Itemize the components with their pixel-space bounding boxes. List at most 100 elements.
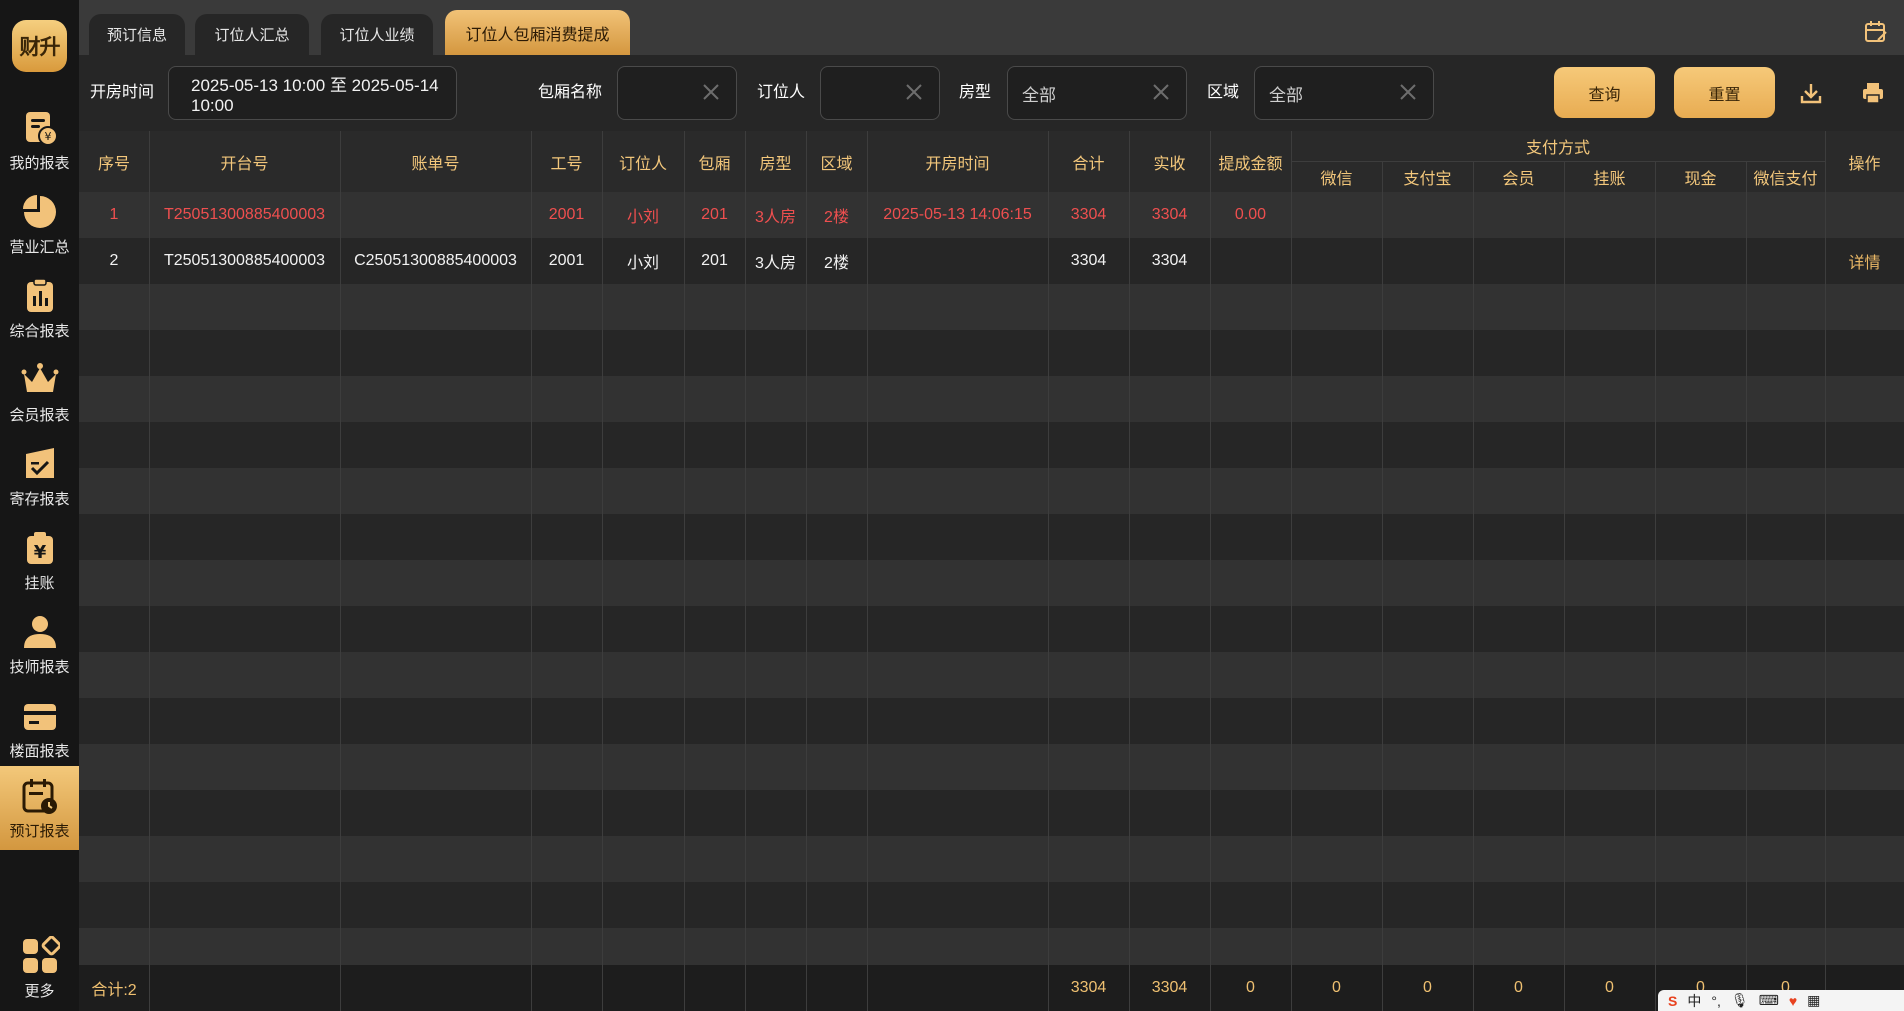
open-time-label: 开房时间 (90, 84, 155, 101)
area-select[interactable]: 全部 (1254, 66, 1434, 120)
table-footer: 合计:2 3304 3304 0 0 0 0 0 0 0 (79, 965, 1904, 1011)
table-row (79, 422, 1904, 468)
sidebar-item-label: 营业汇总 (9, 239, 70, 256)
col-total: 合计 (1072, 155, 1105, 173)
column-divider (1129, 131, 1130, 1011)
column-divider (1825, 131, 1826, 1011)
sidebar-item-label: 寄存报表 (9, 491, 70, 508)
cell-wechat-pay (1746, 192, 1825, 238)
open-time-range-picker[interactable]: 2025-05-13 10:00 至 2025-05-14 10:00 (168, 66, 457, 120)
footer-count: 合计:2 (91, 982, 137, 999)
sidebar-item-label: 会员报表 (9, 407, 70, 424)
footer-alipay: 0 (1423, 979, 1432, 996)
skin-icon[interactable]: ♥ (1789, 993, 1797, 1009)
sidebar-item-more[interactable]: 更多 (0, 926, 79, 1010)
sidebar-item-storage-report[interactable]: 寄存报表 (0, 434, 79, 518)
sidebar-item-floor-report[interactable]: 楼面报表 (0, 686, 79, 770)
table-row (79, 698, 1904, 744)
print-icon[interactable] (1861, 81, 1885, 105)
room-type-select[interactable]: 全部 (1007, 66, 1187, 120)
ime-lang-toggle[interactable]: 中 (1687, 991, 1701, 1011)
table-row (79, 790, 1904, 836)
sidebar-item-credit[interactable]: ¥ 挂账 (0, 518, 79, 602)
keyboard-icon[interactable]: ⌨ (1759, 992, 1779, 1009)
cell-cash (1655, 238, 1746, 284)
col-member: 会员 (1502, 170, 1535, 188)
sidebar-item-business-summary[interactable]: 营业汇总 (0, 182, 79, 266)
cell-room-type: 3人房 (755, 255, 796, 272)
column-divider (1746, 161, 1747, 1011)
room-type-label: 房型 (959, 84, 992, 101)
detail-link[interactable]: 详情 (1825, 238, 1904, 284)
sidebar-item-technician-report[interactable]: 技师报表 (0, 602, 79, 686)
cell-room: 201 (701, 206, 728, 223)
open-time-value: 2025-05-13 10:00 至 2025-05-14 10:00 (191, 75, 439, 115)
cell-wechat-pay (1746, 238, 1825, 284)
bag-yuan-icon: ¥ (26, 532, 53, 564)
grid-menu-icon[interactable]: ▦ (1807, 992, 1820, 1009)
clipboard-chart-icon (26, 278, 53, 312)
col-area: 区域 (820, 155, 853, 173)
room-name-input[interactable] (617, 66, 737, 120)
sidebar-item-member-report[interactable]: 会员报表 (0, 350, 79, 434)
tab-booker-summary[interactable]: 订位人汇总 (195, 14, 309, 55)
tab-booker-performance[interactable]: 订位人业绩 (321, 14, 433, 55)
col-bill-no: 账单号 (411, 155, 460, 173)
table-row: 2 T25051300885400003 C25051300885400003 200… (79, 238, 1904, 284)
clear-icon[interactable] (903, 81, 925, 103)
sogou-ime-icon: S (1668, 992, 1678, 1009)
footer-wechat: 0 (1332, 979, 1341, 996)
cell-paid: 3304 (1151, 206, 1188, 223)
booker-label: 订位人 (757, 84, 806, 101)
footer-member: 0 (1514, 979, 1523, 996)
area-label: 区域 (1207, 84, 1240, 101)
ime-punct-toggle[interactable]: °, (1711, 993, 1721, 1009)
room-type-value: 全部 (1022, 85, 1056, 105)
cell-open-time (867, 238, 1048, 284)
cell-commission: 0.00 (1234, 206, 1267, 223)
table-row (79, 836, 1904, 882)
column-divider (745, 131, 746, 1011)
col-wechat: 微信 (1320, 170, 1353, 188)
app-root: 财升 ¥ 我的报表 营业汇总 综合报表 会员报表 寄存报表 ¥ 挂账 技师报表 (0, 0, 1904, 1011)
header-divider (1291, 161, 1825, 162)
sidebar-item-label: 预订报表 (9, 823, 70, 840)
column-divider (340, 131, 341, 1011)
download-icon[interactable] (1799, 81, 1823, 105)
clear-icon[interactable] (1397, 81, 1419, 103)
clear-icon[interactable] (700, 81, 722, 103)
report-money-icon: ¥ (25, 112, 58, 146)
clear-icon[interactable] (1150, 81, 1172, 103)
cell-booker: 小刘 (626, 255, 659, 272)
person-icon (23, 616, 56, 648)
sidebar-item-comprehensive-report[interactable]: 综合报表 (0, 266, 79, 350)
table-row: 1 T25051300885400003 2001 小刘 201 3人房 2楼 2025-05… (79, 192, 1904, 238)
tab-booking-info[interactable]: 预订信息 (89, 14, 185, 55)
filter-bar: 开房时间 2025-05-13 10:00 至 2025-05-14 10:00… (79, 55, 1904, 131)
cell-area: 2楼 (824, 255, 849, 272)
ime-toolbar[interactable]: S 中 °, 🎙 ⌨ ♥ ▦ (1658, 990, 1904, 1011)
more-apps-icon (22, 936, 60, 973)
footer-paid: 3304 (1151, 979, 1188, 996)
footer-credit: 0 (1605, 979, 1614, 996)
col-seq: 序号 (97, 155, 130, 173)
booker-input[interactable] (820, 66, 940, 120)
room-name-label: 包厢名称 (538, 84, 603, 101)
cell-open-no: T25051300885400003 (163, 252, 326, 269)
calendar-edit-icon[interactable] (1864, 20, 1888, 44)
column-divider (149, 131, 150, 1011)
tab-booker-room-commission[interactable]: 订位人包厢消费提成 (445, 10, 630, 55)
cell-bill-no (340, 192, 531, 238)
column-divider (1210, 131, 1211, 1011)
microphone-icon[interactable]: 🎙 (1731, 992, 1749, 1009)
column-divider (867, 131, 868, 1011)
reset-button[interactable]: 重置 (1674, 67, 1775, 118)
cell-alipay (1382, 238, 1473, 284)
svg-text:¥: ¥ (33, 542, 46, 563)
query-button[interactable]: 查询 (1554, 67, 1655, 118)
sidebar-item-booking-report[interactable]: 预订报表 (0, 766, 79, 850)
column-divider (1291, 131, 1292, 1011)
sidebar-item-my-reports[interactable]: ¥ 我的报表 (0, 98, 79, 182)
cell-credit (1564, 192, 1655, 238)
col-paid: 实收 (1153, 155, 1186, 173)
